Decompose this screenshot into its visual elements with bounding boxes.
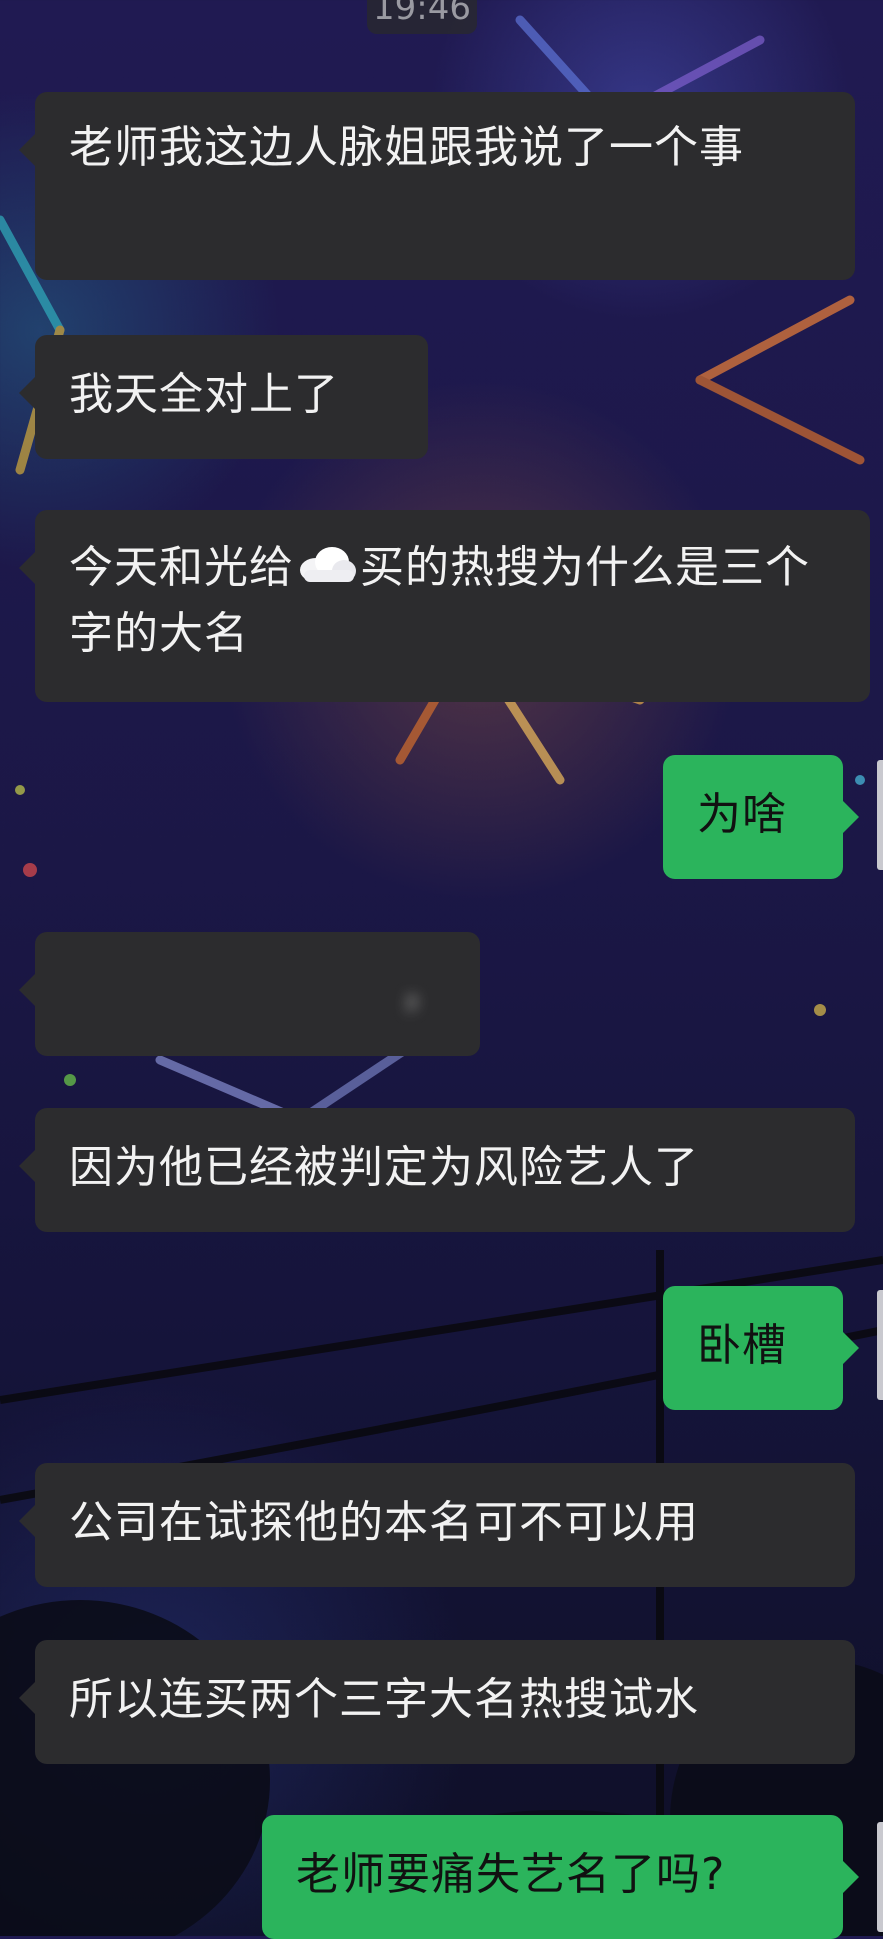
message-bubble-incoming[interactable]: 我天全对上了: [19, 335, 428, 459]
message-text-part: 今天和光给: [69, 542, 294, 593]
message-text: 老师要痛失艺名了吗?: [296, 1849, 726, 1900]
avatar[interactable]: [877, 760, 883, 870]
message-bubble-outgoing[interactable]: 老师要痛失艺名了吗?: [262, 1815, 859, 1939]
message-bubble-incoming[interactable]: 公司在试探他的本名可不可以用: [19, 1463, 855, 1587]
timestamp: 19:46: [367, 0, 477, 34]
message-text: 因为他已经被判定为风险艺人了: [69, 1142, 699, 1193]
message-text: 公司在试探他的本名可不可以用: [69, 1497, 699, 1548]
message-bubble-incoming[interactable]: 今天和光给 买的热搜为什么是三个字的大名: [19, 510, 870, 702]
message-bubble-incoming[interactable]: 因为他已经被判定为风险艺人了: [19, 1108, 855, 1232]
message-bubble-incoming[interactable]: 老师我这边人脉姐跟我说了一个事: [19, 92, 855, 280]
message-text: ，: [401, 966, 446, 1017]
message-bubble-incoming-redacted[interactable]: ，: [19, 932, 480, 1056]
message-text: 卧槽: [697, 1320, 787, 1371]
avatar[interactable]: [877, 1822, 883, 1932]
message-bubble-outgoing[interactable]: 为啥: [663, 755, 859, 879]
message-bubble-outgoing[interactable]: 卧槽: [663, 1286, 859, 1410]
message-bubble-incoming[interactable]: 所以连买两个三字大名热搜试水: [19, 1640, 855, 1764]
message-text: 为啥: [697, 789, 787, 840]
message-text: 老师我这边人脉姐跟我说了一个事: [69, 122, 744, 173]
message-text: 我天全对上了: [69, 369, 339, 420]
message-text: 所以连买两个三字大名热搜试水: [69, 1674, 699, 1725]
avatar[interactable]: [877, 1290, 883, 1400]
cloud-icon: [296, 538, 358, 602]
